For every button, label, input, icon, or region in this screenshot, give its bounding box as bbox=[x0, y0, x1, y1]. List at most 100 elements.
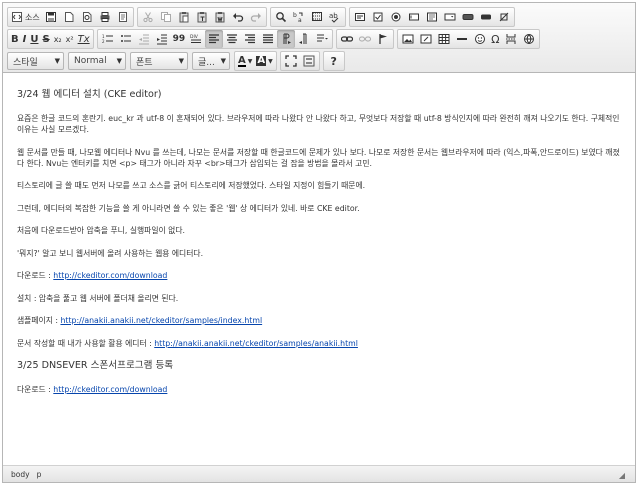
bold-button[interactable]: B bbox=[9, 30, 21, 48]
numbered-list-button[interactable]: 12 bbox=[99, 30, 117, 48]
page-break-button[interactable] bbox=[502, 30, 520, 48]
link-button[interactable] bbox=[338, 30, 356, 48]
show-blocks-button[interactable] bbox=[300, 52, 318, 70]
subscript-icon: x₂ bbox=[53, 34, 62, 44]
table-button[interactable] bbox=[435, 30, 453, 48]
maximize-button[interactable] bbox=[282, 52, 300, 70]
cut-button[interactable] bbox=[139, 8, 157, 26]
chevron-down-icon: ▼ bbox=[220, 57, 226, 65]
path-item-p[interactable]: p bbox=[37, 470, 42, 479]
smiley-button[interactable] bbox=[471, 30, 489, 48]
align-center-button[interactable] bbox=[223, 30, 241, 48]
redo-icon bbox=[250, 13, 261, 22]
special-char-button[interactable]: Ω bbox=[489, 30, 501, 48]
styles-combo[interactable]: 스타일 ▼ bbox=[7, 52, 64, 70]
bulleted-list-icon bbox=[120, 35, 131, 42]
language-icon bbox=[317, 34, 329, 42]
underline-button[interactable]: U bbox=[28, 30, 40, 48]
bg-color-icon: A bbox=[256, 55, 267, 66]
paste-button[interactable] bbox=[175, 8, 193, 26]
outdent-button[interactable] bbox=[135, 30, 153, 48]
horizontal-rule-icon bbox=[457, 38, 468, 40]
flash-button[interactable] bbox=[417, 30, 435, 48]
help-icon: ? bbox=[330, 54, 337, 68]
button-button[interactable] bbox=[459, 8, 477, 26]
iframe-button[interactable] bbox=[520, 30, 538, 48]
copy-button[interactable] bbox=[157, 8, 175, 26]
link-icon bbox=[341, 36, 354, 42]
undo-button[interactable] bbox=[229, 8, 247, 26]
content-link[interactable]: http://ckeditor.com/download bbox=[53, 271, 167, 280]
redo-button[interactable] bbox=[247, 8, 265, 26]
content-link[interactable]: http://ckeditor.com/download bbox=[53, 385, 167, 394]
templates-button[interactable] bbox=[114, 8, 132, 26]
remove-format-button[interactable]: Tx bbox=[76, 30, 92, 48]
hidden-field-button[interactable] bbox=[495, 8, 513, 26]
image-button[interactable] bbox=[399, 30, 417, 48]
select-all-button[interactable] bbox=[308, 8, 326, 26]
source-button[interactable]: 소스 bbox=[9, 8, 42, 26]
link-label: 다운로드 : bbox=[17, 271, 54, 280]
save-button[interactable] bbox=[42, 8, 60, 26]
format-combo[interactable]: Normal ▼ bbox=[68, 52, 126, 70]
strike-icon: S bbox=[42, 33, 50, 45]
radio-button[interactable] bbox=[387, 8, 405, 26]
colors-group: A ▼ A ▼ bbox=[234, 51, 277, 71]
print-button[interactable] bbox=[96, 8, 114, 26]
spellcheck-button[interactable]: ab bbox=[326, 8, 344, 26]
checkbox-button[interactable] bbox=[369, 8, 387, 26]
textfield-button[interactable] bbox=[405, 8, 423, 26]
editor-content[interactable]: 3/24 웹 에디터 설치 (CKE editor) 요즘은 한글 코드의 혼란기… bbox=[3, 73, 635, 465]
language-button[interactable] bbox=[313, 30, 331, 48]
text-color-button[interactable]: A ▼ bbox=[236, 52, 254, 70]
bg-color-button[interactable]: A ▼ bbox=[254, 52, 274, 70]
image-button-button[interactable] bbox=[477, 8, 495, 26]
subscript-button[interactable]: x₂ bbox=[52, 30, 64, 48]
maximize-icon bbox=[285, 55, 297, 67]
align-right-button[interactable] bbox=[241, 30, 259, 48]
content-paragraph: 문서 작성할 때 내가 사용할 활용 에디터 : http://anakii.a… bbox=[17, 338, 623, 349]
paste-text-button[interactable] bbox=[193, 8, 211, 26]
help-button[interactable]: ? bbox=[325, 52, 343, 70]
print-icon bbox=[100, 12, 110, 22]
ltr-button[interactable] bbox=[277, 30, 296, 48]
content-heading: 3/24 웹 에디터 설치 (CKE editor) bbox=[17, 89, 162, 100]
rtl-button[interactable] bbox=[295, 30, 313, 48]
table-icon bbox=[438, 34, 450, 44]
bold-icon: B bbox=[11, 33, 19, 45]
bulleted-list-button[interactable] bbox=[117, 30, 135, 48]
form-button[interactable] bbox=[351, 8, 369, 26]
resize-handle-icon[interactable]: ◢ bbox=[619, 471, 625, 480]
blockquote-icon: 99 bbox=[172, 34, 186, 44]
anchor-button[interactable] bbox=[374, 30, 392, 48]
replace-button[interactable]: ba bbox=[290, 8, 308, 26]
image-button-icon bbox=[480, 14, 491, 20]
path-item-body[interactable]: body bbox=[11, 470, 30, 479]
paste-word-button[interactable] bbox=[211, 8, 229, 26]
content-link[interactable]: http://anakii.anakii.net/ckeditor/sample… bbox=[60, 316, 262, 325]
numbered-list-icon: 12 bbox=[102, 34, 113, 44]
spellcheck-icon: ab bbox=[329, 12, 339, 23]
font-size-combo[interactable]: 글... ▼ bbox=[192, 52, 230, 70]
new-page-button[interactable] bbox=[60, 8, 78, 26]
italic-button[interactable]: I bbox=[21, 30, 29, 48]
unlink-button[interactable] bbox=[356, 30, 374, 48]
indent-button[interactable] bbox=[153, 30, 171, 48]
align-justify-button[interactable] bbox=[259, 30, 277, 48]
ltr-icon bbox=[283, 33, 292, 44]
find-button[interactable] bbox=[272, 8, 290, 26]
font-combo[interactable]: 폰트 ▼ bbox=[130, 52, 188, 70]
paragraph-group: 1 2 99 DIV bbox=[96, 29, 334, 49]
superscript-button[interactable]: x² bbox=[64, 30, 76, 48]
strike-button[interactable]: S bbox=[40, 30, 51, 48]
svg-text:2: 2 bbox=[102, 39, 105, 44]
textarea-button[interactable] bbox=[423, 8, 441, 26]
align-left-button[interactable] bbox=[205, 30, 224, 48]
horizontal-rule-button[interactable] bbox=[453, 30, 471, 48]
content-link[interactable]: http://anakii.anakii.net/ckeditor/sample… bbox=[154, 339, 358, 348]
div-button[interactable]: DIV bbox=[187, 30, 205, 48]
select-button[interactable] bbox=[441, 8, 459, 26]
blockquote-button[interactable]: 99 bbox=[171, 30, 188, 48]
button-icon bbox=[462, 14, 474, 20]
preview-button[interactable] bbox=[78, 8, 96, 26]
